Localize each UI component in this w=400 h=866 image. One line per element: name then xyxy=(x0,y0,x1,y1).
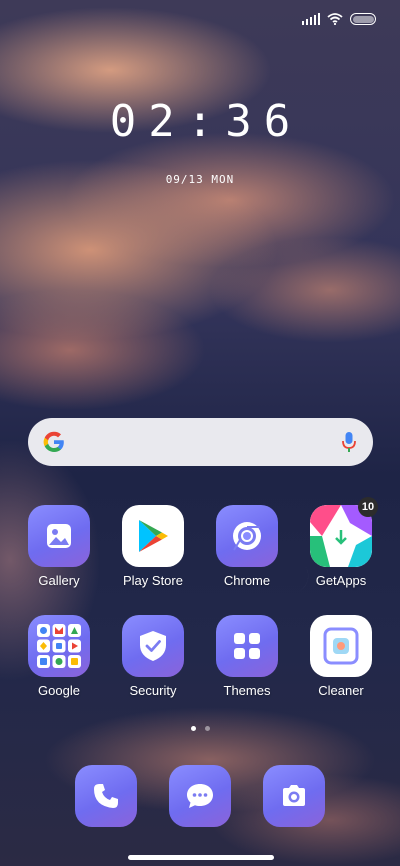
app-label: Google xyxy=(38,683,80,698)
clock-widget[interactable]: 02:36 xyxy=(0,96,400,147)
page-dot-active xyxy=(190,726,196,731)
dock-camera-app[interactable] xyxy=(263,765,325,827)
battery-icon xyxy=(350,13,376,25)
page-dot xyxy=(204,726,210,731)
date-label[interactable]: 09/13 MON xyxy=(0,173,400,186)
app-getapps[interactable]: 10 GetApps xyxy=(299,497,383,588)
app-google-folder[interactable]: Google xyxy=(17,615,101,698)
dock-messages-app[interactable] xyxy=(169,765,231,827)
app-security[interactable]: Security xyxy=(111,615,195,698)
messages-icon xyxy=(187,784,213,808)
app-label: Themes xyxy=(223,683,271,698)
wifi-icon xyxy=(327,13,343,25)
camera-icon xyxy=(283,785,305,806)
home-indicator[interactable] xyxy=(128,855,274,860)
app-gallery[interactable]: Gallery xyxy=(17,505,101,588)
themes-icon xyxy=(216,615,278,677)
gallery-icon xyxy=(28,505,90,567)
security-icon xyxy=(122,615,184,677)
google-search-bar[interactable] xyxy=(28,418,373,466)
phone-icon xyxy=(94,784,118,808)
google-folder-icon xyxy=(28,615,90,677)
dock-phone-app[interactable] xyxy=(75,765,137,827)
app-label: Play Store xyxy=(123,573,183,588)
notification-badge: 10 xyxy=(358,497,378,517)
app-label: Cleaner xyxy=(318,683,364,698)
getapps-icon: 10 xyxy=(310,497,378,567)
play-store-icon xyxy=(122,505,184,567)
app-label: GetApps xyxy=(315,573,367,588)
google-logo xyxy=(43,431,64,452)
cleaner-icon xyxy=(310,615,372,677)
app-cleaner[interactable]: Cleaner xyxy=(299,615,383,698)
moon-icon xyxy=(281,562,309,594)
status-bar xyxy=(301,10,376,28)
mic-icon[interactable] xyxy=(341,430,357,454)
app-play-store[interactable]: Play Store xyxy=(111,505,195,588)
app-label: Security xyxy=(129,683,177,698)
app-themes[interactable]: Themes xyxy=(205,615,289,698)
app-label: Gallery xyxy=(38,573,80,588)
page-indicator xyxy=(0,726,400,731)
signal-icon xyxy=(301,13,320,25)
chrome-icon xyxy=(216,505,278,567)
